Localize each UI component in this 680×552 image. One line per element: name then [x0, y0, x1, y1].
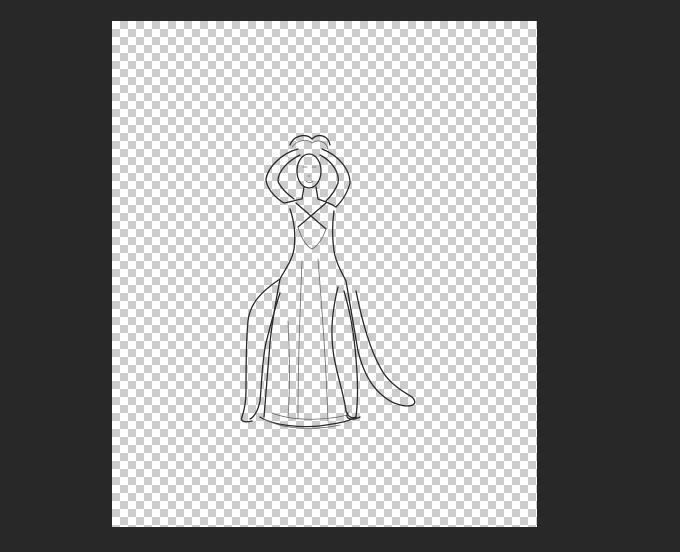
hair-bun-stroke: [289, 134, 331, 146]
right-arm-upper: [321, 148, 351, 208]
head-outline: [296, 153, 322, 189]
editor-workspace: [0, 0, 680, 552]
right-leg: [331, 286, 357, 419]
left-arm-upper: [265, 148, 299, 204]
bodice: [297, 226, 327, 250]
neck: [301, 186, 319, 200]
document-canvas[interactable]: [112, 21, 537, 527]
hair-bun-stroke-2: [291, 139, 329, 150]
strap-right: [297, 202, 327, 228]
right-arm-inner: [319, 154, 339, 202]
left-arm-inner: [277, 154, 301, 200]
torso-right: [331, 210, 347, 282]
face-details: [302, 166, 317, 183]
sketch-layer: [240, 134, 416, 429]
shoulder-line: [283, 198, 337, 208]
dress-hem: [259, 416, 357, 428]
dress-right-side: [345, 280, 416, 407]
torso-left: [279, 208, 296, 280]
dress-folds: [287, 258, 329, 422]
